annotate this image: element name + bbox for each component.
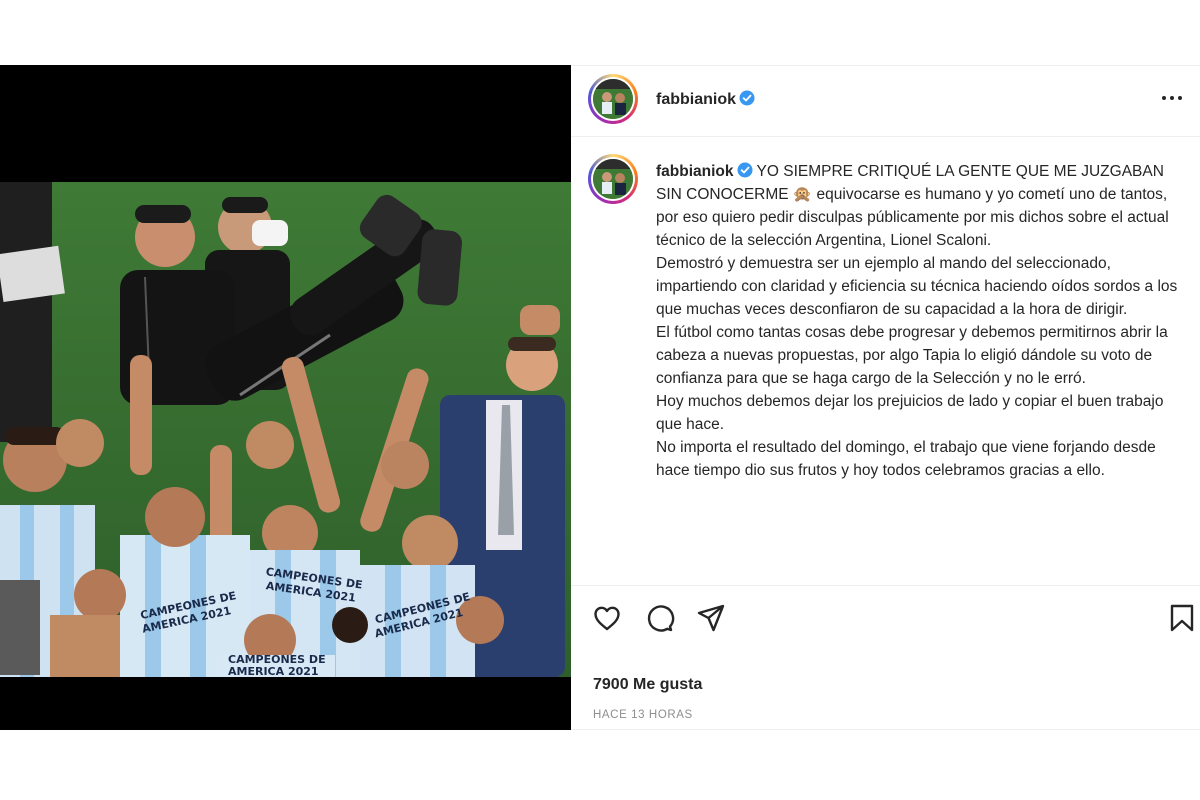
header-username-row: fabbianiok	[656, 90, 755, 109]
caption-text: Demostró y demuestra ser un ejemplo al m…	[656, 255, 1178, 318]
caption-text: Hoy muchos debemos dejar los prejuicios …	[656, 393, 1164, 433]
verified-badge-icon	[737, 162, 753, 178]
avatar-image	[593, 79, 633, 119]
shirt-text: AMERICA 2021	[228, 665, 319, 678]
post-photo[interactable]: CAMPEONES DE AMERICA 2021 CAMPEONES DE A…	[0, 65, 571, 730]
avatar[interactable]	[588, 74, 638, 124]
post-actions: 7900 Me gusta HACE 13 HORAS	[571, 585, 1200, 731]
caption-username[interactable]: fabbianiok	[656, 163, 734, 180]
header-username[interactable]: fabbianiok	[656, 91, 736, 108]
caption-paragraph: fabbianiok YO SIEMPRE CRITIQUÉ LA GENTE …	[656, 160, 1186, 252]
post-side-panel: fabbianiok fabbianiok YO SIEMPRE CRITIQU…	[571, 65, 1200, 730]
post-caption: fabbianiok YO SIEMPRE CRITIQUÉ LA GENTE …	[656, 160, 1186, 482]
celebration-photo: CAMPEONES DE AMERICA 2021 CAMPEONES DE A…	[0, 65, 571, 730]
comment-icon[interactable]	[643, 602, 675, 634]
heart-icon[interactable]	[591, 602, 623, 634]
verified-badge-icon	[739, 90, 755, 106]
caption-text: El fútbol como tantas cosas debe progres…	[656, 324, 1168, 387]
caption-avatar[interactable]	[588, 154, 638, 204]
avatar-image	[593, 159, 633, 199]
post-header: fabbianiok	[571, 66, 1200, 137]
caption-text: No importa el resultado del domingo, el …	[656, 439, 1156, 479]
share-icon[interactable]	[695, 602, 727, 634]
post-timestamp[interactable]: HACE 13 HORAS	[593, 709, 693, 721]
more-options-icon[interactable]	[1158, 86, 1186, 110]
bookmark-icon[interactable]	[1166, 602, 1198, 634]
likes-count[interactable]: 7900 Me gusta	[593, 676, 702, 694]
